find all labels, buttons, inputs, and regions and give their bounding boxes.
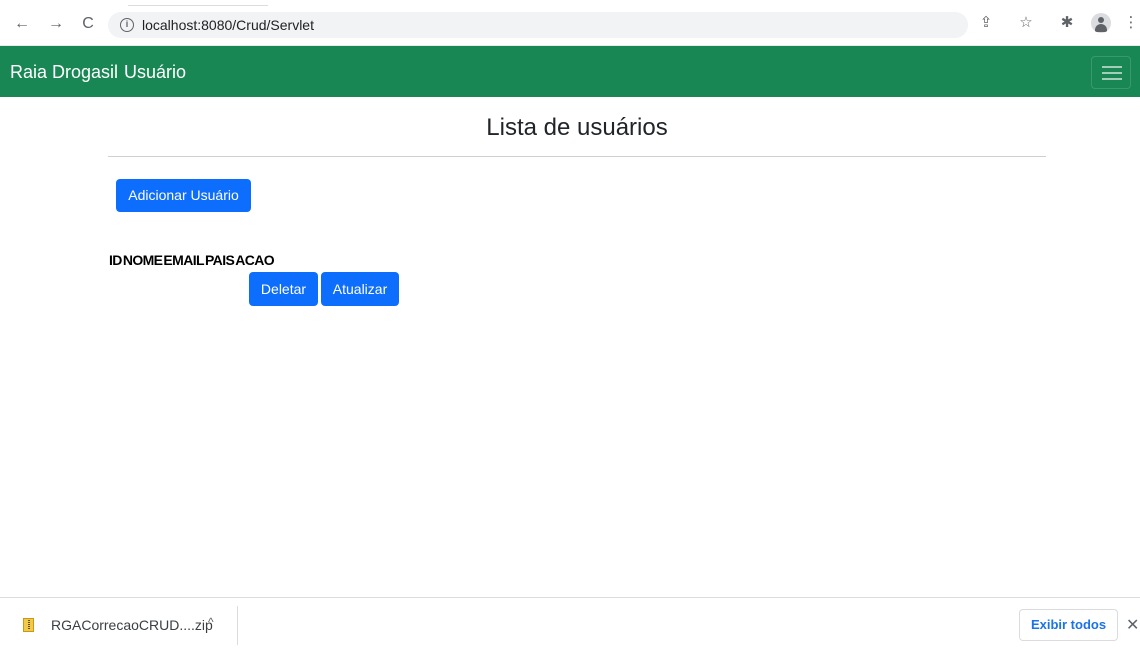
avatar-head xyxy=(1098,17,1104,23)
hamburger-line xyxy=(1102,78,1122,80)
address-bar[interactable]: i localhost:8080/Crud/Servlet xyxy=(108,12,968,38)
profile-avatar-icon[interactable] xyxy=(1091,13,1111,33)
update-button[interactable]: Atualizar xyxy=(321,272,399,306)
browser-toolbar: ← → C i localhost:8080/Crud/Servlet ⇪ ☆ … xyxy=(0,0,1140,46)
table-header-nome: NOME xyxy=(122,252,163,268)
table-header-acao: ACAO xyxy=(235,252,275,268)
forward-arrow-icon[interactable]: → xyxy=(46,14,66,34)
hamburger-line xyxy=(1102,66,1122,68)
table-header-pais: PAIS xyxy=(204,252,235,268)
title-divider xyxy=(108,156,1046,157)
url-text[interactable]: localhost:8080/Crud/Servlet xyxy=(142,17,314,33)
share-icon[interactable]: ⇪ xyxy=(975,12,997,34)
table-header-row: IDNOMEEMAILPAISACAO xyxy=(109,252,275,268)
close-icon[interactable]: ✕ xyxy=(1126,615,1139,635)
browser-menu-icon[interactable]: ⋮ xyxy=(1120,12,1140,34)
delete-button[interactable]: Deletar xyxy=(249,272,318,306)
table-header-id: ID xyxy=(109,252,122,268)
download-file-name[interactable]: RGACorrecaoCRUD....zip xyxy=(51,617,213,633)
show-all-button[interactable]: Exibir todos xyxy=(1019,609,1118,641)
info-icon[interactable]: i xyxy=(120,18,134,32)
navbar-toggler-button[interactable] xyxy=(1091,56,1131,89)
nav-link-usuario[interactable]: Usuário xyxy=(124,62,186,83)
reload-icon[interactable]: C xyxy=(78,14,98,34)
page-title: Lista de usuários xyxy=(486,114,668,141)
active-tab-indicator xyxy=(128,0,268,6)
hamburger-line xyxy=(1102,72,1122,74)
avatar-body xyxy=(1095,24,1107,32)
table-header-email: EMAIL xyxy=(163,252,204,268)
add-user-button[interactable]: Adicionar Usuário xyxy=(116,179,251,212)
bookmark-star-icon[interactable]: ☆ xyxy=(1015,12,1037,34)
chevron-up-icon[interactable]: ^ xyxy=(208,615,214,629)
navbar-brand[interactable]: Raia Drogasil xyxy=(10,62,118,83)
back-arrow-icon[interactable]: ← xyxy=(12,14,32,34)
shelf-divider xyxy=(237,606,238,645)
extensions-puzzle-icon[interactable]: ✱ xyxy=(1056,12,1078,34)
app-navbar: Raia Drogasil Usuário xyxy=(0,46,1140,97)
download-shelf: RGACorrecaoCRUD....zip ^ Exibir todos ✕ xyxy=(0,597,1140,652)
zip-file-icon xyxy=(23,618,34,632)
